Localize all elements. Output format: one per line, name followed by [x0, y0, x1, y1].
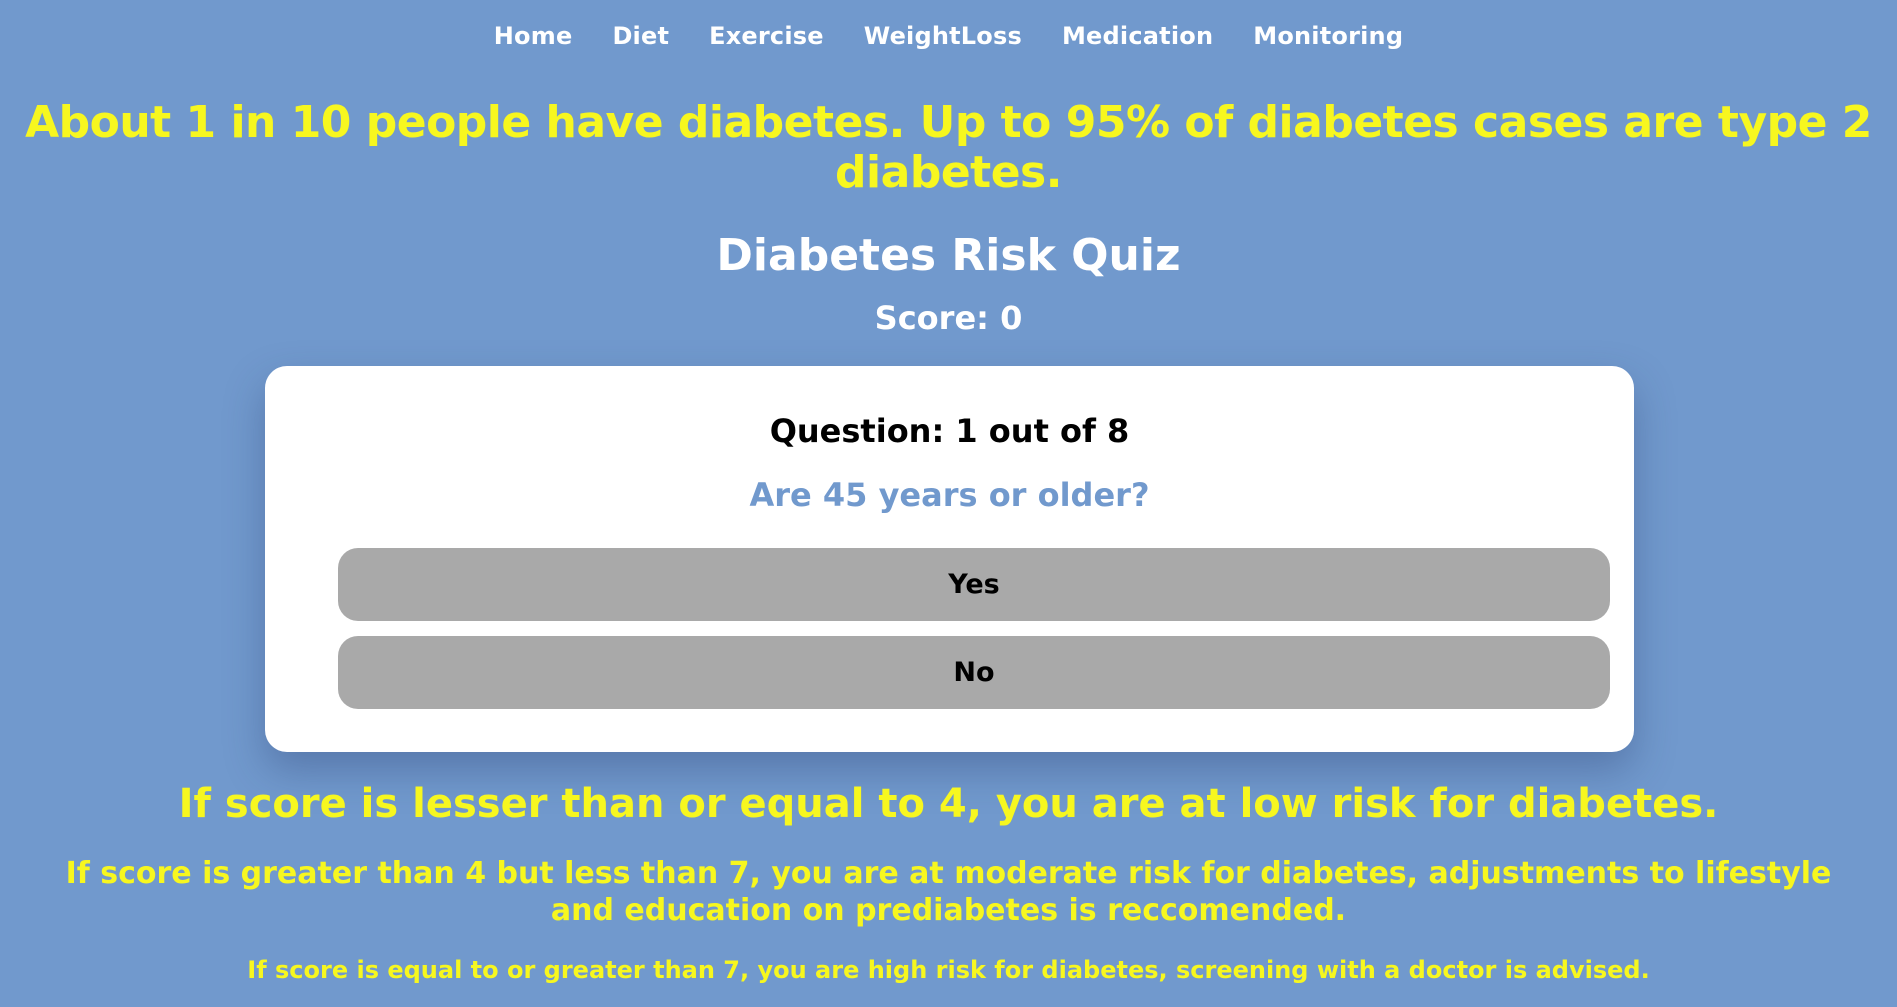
moderate-risk-info: If score is greater than 4 but less than… — [65, 856, 1832, 928]
answer-yes-button[interactable]: Yes — [338, 548, 1610, 621]
quiz-title: Diabetes Risk Quiz — [716, 230, 1181, 281]
score-display: Score: 0 — [874, 299, 1023, 337]
nav-diet-link[interactable]: Diet — [612, 22, 669, 52]
nav-exercise-link[interactable]: Exercise — [709, 22, 824, 52]
top-nav: Home Diet Exercise WeightLoss Medication… — [0, 0, 1897, 52]
question-text: Are 45 years or older? — [749, 476, 1150, 514]
low-risk-info: If score is lesser than or equal to 4, y… — [178, 781, 1719, 827]
quiz-card: Question: 1 out of 8 Are 45 years or old… — [265, 366, 1634, 752]
answer-no-button[interactable]: No — [338, 636, 1610, 709]
nav-medication-link[interactable]: Medication — [1062, 22, 1213, 52]
nav-home-link[interactable]: Home — [494, 22, 573, 52]
question-counter: Question: 1 out of 8 — [769, 412, 1130, 450]
nav-weightloss-link[interactable]: WeightLoss — [864, 22, 1022, 52]
nav-monitoring-link[interactable]: Monitoring — [1253, 22, 1403, 52]
diabetes-fact-headline: About 1 in 10 people have diabetes. Up t… — [25, 97, 1872, 198]
high-risk-info: If score is equal to or greater than 7, … — [247, 956, 1650, 984]
